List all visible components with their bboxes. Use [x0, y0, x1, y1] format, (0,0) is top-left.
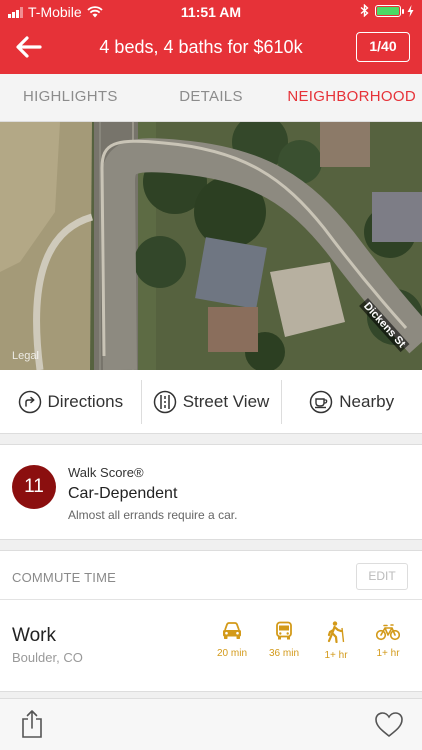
commute-divider [0, 599, 422, 600]
nearby-coffee-icon [310, 390, 333, 413]
map-image [0, 122, 422, 370]
bus-time: 36 min [268, 648, 299, 659]
walk-score-description: Almost all errands require a car. [68, 508, 238, 522]
commute-location: Boulder, CO [12, 650, 83, 665]
walk-time: 1+ hr [324, 650, 348, 661]
listing-title: 4 beds, 4 baths for $610k [99, 37, 303, 57]
status-time: 11:51 AM [180, 4, 242, 20]
top-bar: T-Mobile 11:51 AM 4 beds, 4 baths for $6… [0, 0, 422, 74]
walk-icon [327, 621, 345, 643]
walk-score-status: Car-Dependent [68, 485, 178, 502]
commute-card: COMMUTE TIME EDIT Work Boulder, CO 20 mi… [0, 550, 422, 692]
nearby-button[interactable]: Nearby [281, 370, 422, 433]
street-view-button[interactable]: Street View [140, 370, 282, 433]
car-icon [223, 622, 241, 639]
header: 4 beds, 4 baths for $610k 1/40 [0, 24, 422, 74]
satellite-map[interactable]: Dickens St Legal [0, 122, 422, 370]
commute-mode-car[interactable]: 20 min [206, 621, 258, 661]
walk-score-label: Walk Score® [68, 465, 144, 480]
bike-time: 1+ hr [376, 648, 400, 659]
charging-icon [407, 4, 414, 17]
directions-label: Directions [47, 391, 124, 411]
status-right [360, 4, 414, 17]
street-view-icon [153, 390, 176, 413]
commute-mode-bike[interactable]: 1+ hr [362, 621, 414, 661]
directions-button[interactable]: Directions [0, 370, 141, 433]
tab-highlights[interactable]: HIGHLIGHTS [0, 74, 141, 121]
tab-bar: HIGHLIGHTS DETAILS NEIGHBORHOOD [0, 74, 422, 122]
walk-score-card[interactable]: 11 Walk Score® Car-Dependent Almost all … [0, 444, 422, 540]
battery-icon [375, 4, 404, 17]
map-legal-link[interactable]: Legal [12, 350, 39, 362]
tab-details[interactable]: DETAILS [141, 74, 282, 121]
directions-icon [18, 390, 41, 413]
commute-modes: 20 min 36 min 1+ hr 1+ hr [206, 621, 414, 661]
edit-commute-button[interactable]: EDIT [356, 563, 408, 590]
walk-score-badge: 11 [12, 465, 56, 509]
commute-mode-walk[interactable]: 1+ hr [310, 621, 362, 661]
nearby-label: Nearby [339, 391, 395, 411]
map-actions: Directions Street View Nearby [0, 370, 422, 434]
share-icon[interactable] [20, 709, 44, 739]
favorite-heart-icon[interactable] [374, 711, 404, 738]
commute-mode-bus[interactable]: 36 min [258, 621, 310, 661]
bike-icon [376, 624, 400, 641]
tab-neighborhood[interactable]: NEIGHBORHOOD [281, 74, 422, 121]
photo-counter-button[interactable]: 1/40 [356, 32, 410, 62]
back-arrow-icon[interactable] [14, 32, 44, 62]
bluetooth-icon [360, 4, 369, 17]
status-bar: T-Mobile 11:51 AM [0, 0, 422, 24]
commute-destination: Work [12, 625, 56, 646]
bus-icon [276, 621, 292, 640]
street-view-label: Street View [182, 391, 270, 411]
bottom-toolbar [0, 698, 422, 750]
commute-heading: COMMUTE TIME [12, 570, 116, 585]
car-time: 20 min [216, 648, 247, 659]
